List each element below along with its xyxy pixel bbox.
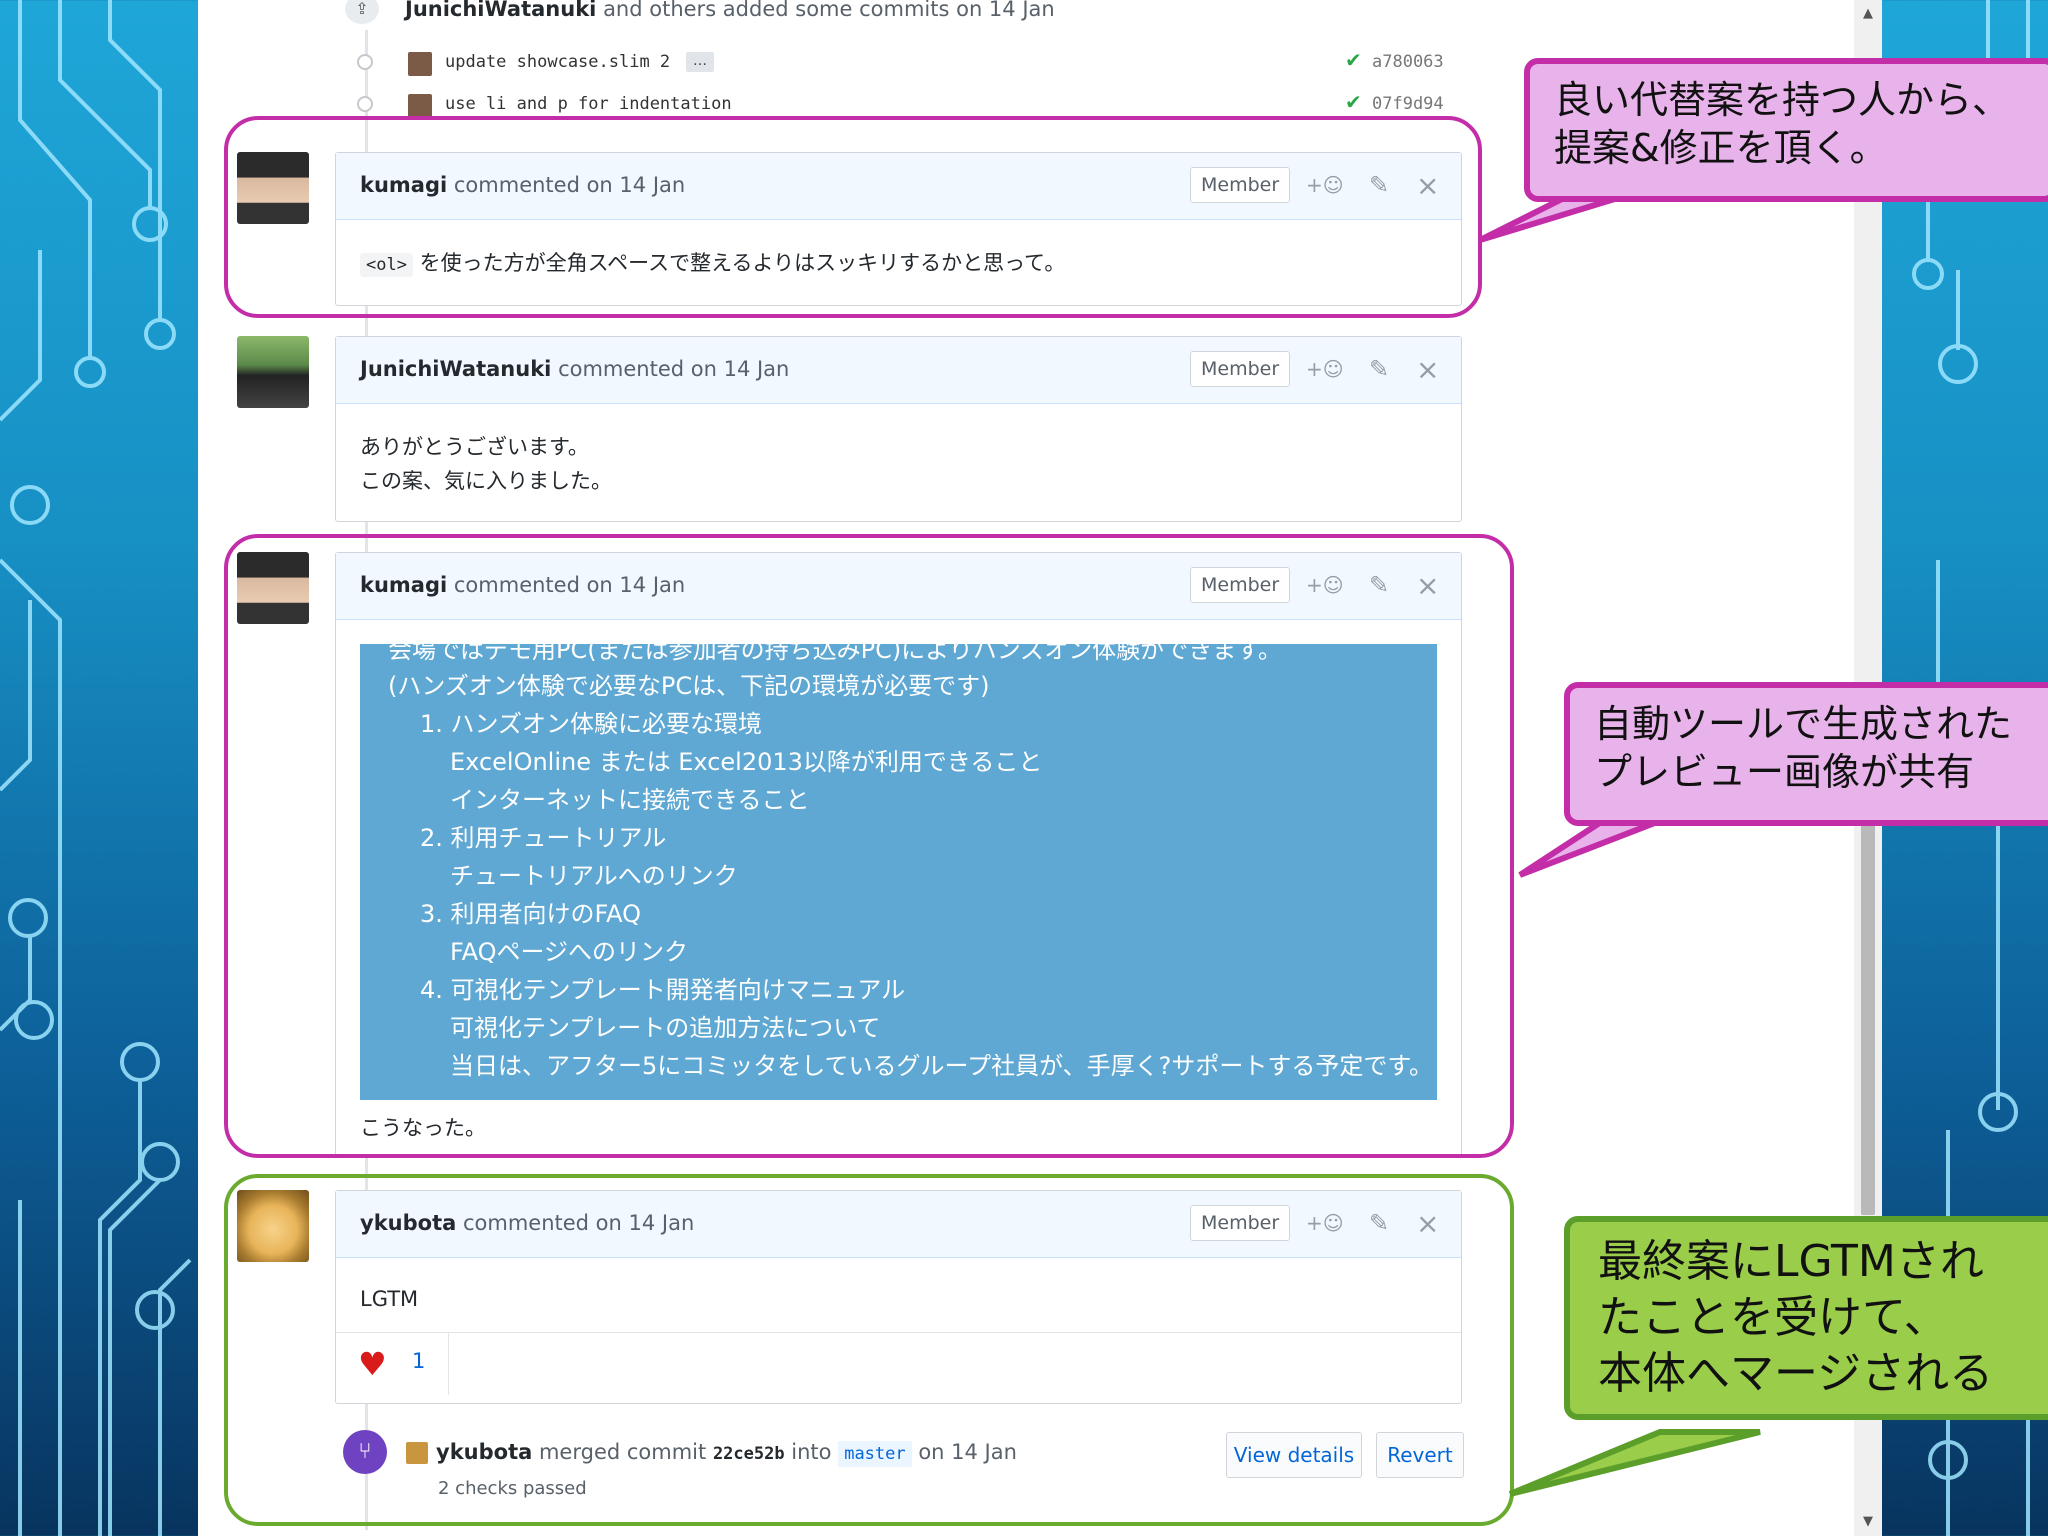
callout-line: たことを受けて、 — [1598, 1292, 1948, 1343]
callout-line: 最終案にLGTMされ — [1598, 1236, 1984, 1287]
callout-merge: 最終案にLGTMされ たことを受けて、 本体へマージされる — [1564, 1216, 2048, 1420]
callout-preview: 自動ツールで生成された プレビュー画像が共有 — [1564, 682, 2048, 826]
callout-line: 本体へマージされる — [1598, 1348, 1994, 1399]
callout-line: 良い代替案を持つ人から、 — [1554, 78, 2011, 122]
callout-suggestion: 良い代替案を持つ人から、 提案&修正を頂く。 — [1524, 58, 2048, 202]
callout-line: プレビュー画像が共有 — [1594, 750, 1975, 794]
callout-line: 自動ツールで生成された — [1594, 702, 2013, 746]
callout-line: 提案&修正を頂く。 — [1554, 126, 1888, 170]
